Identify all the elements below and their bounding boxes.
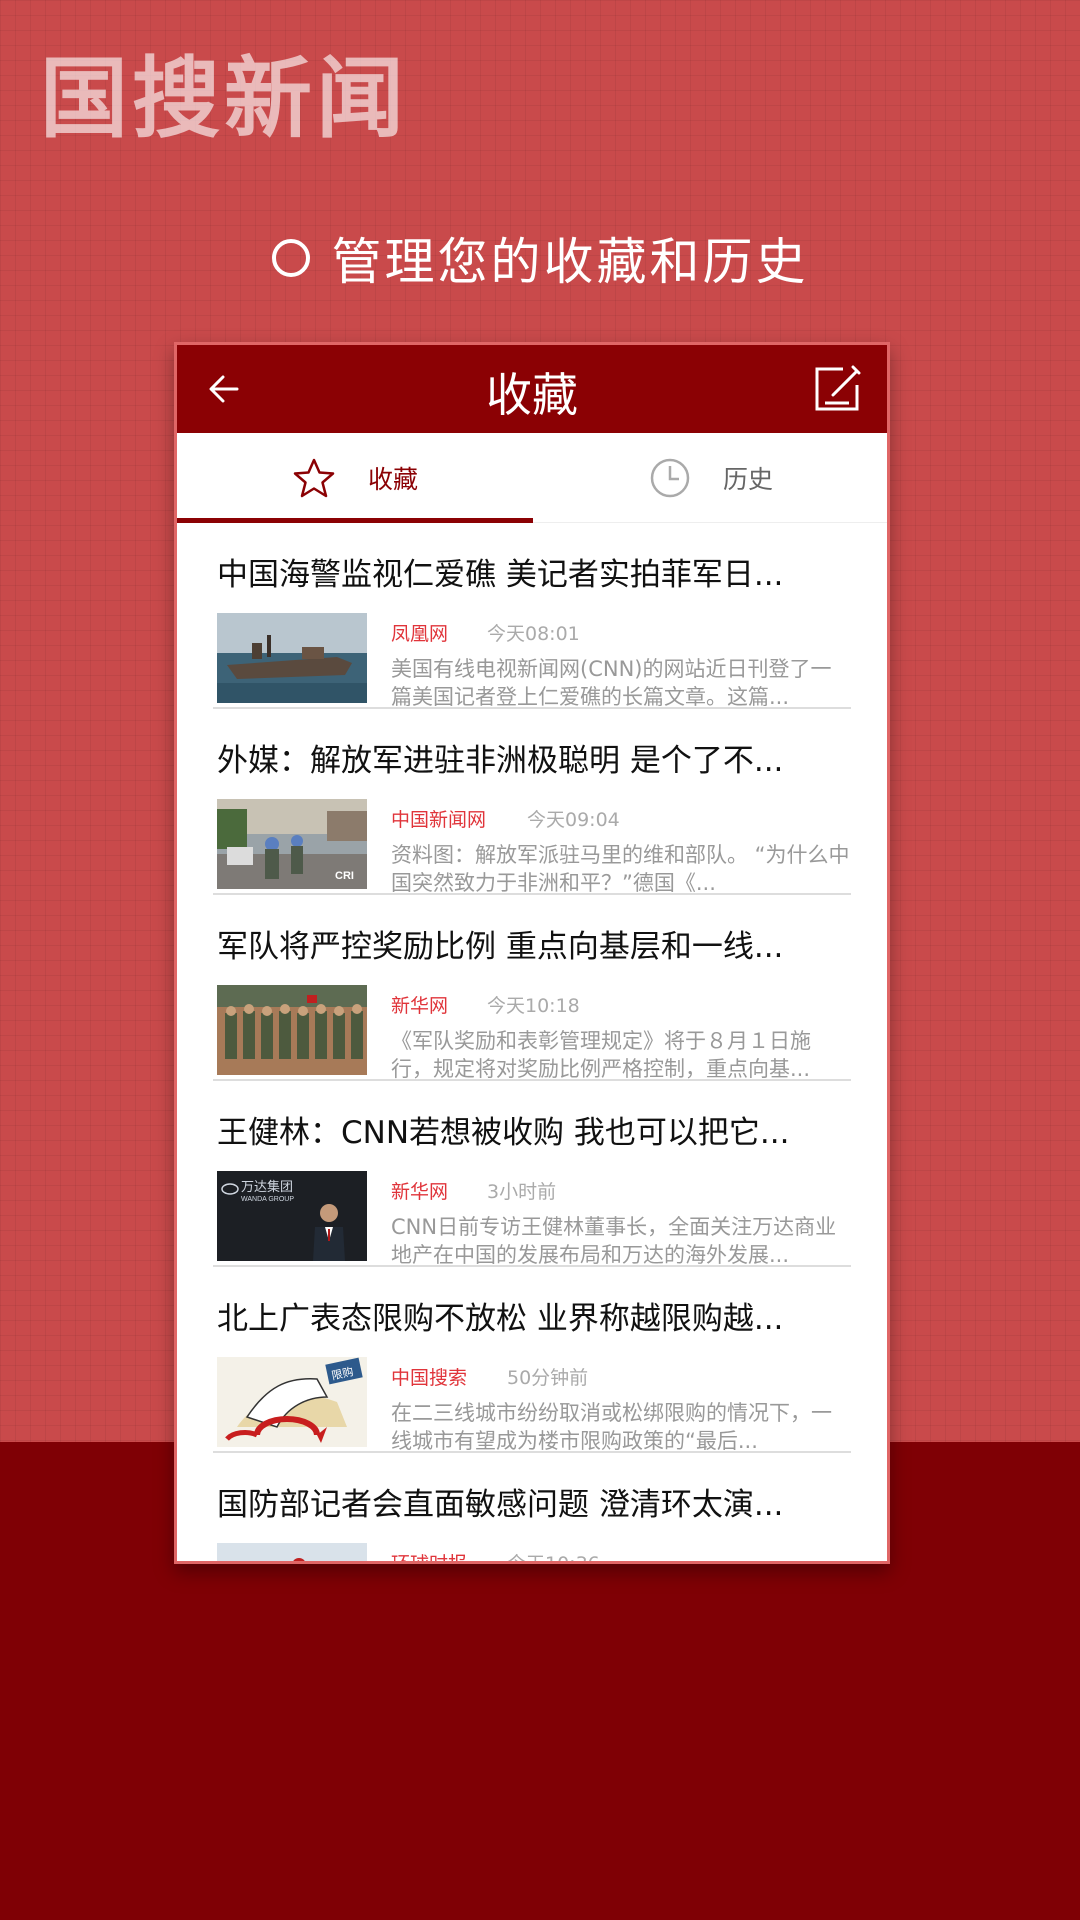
article-time: 今天09:04 <box>527 809 620 831</box>
article-summary: 在二三线城市纷纷取消或松绑限购的情况下，一线城市有望成为楼市限购政策的“最后..… <box>391 1401 832 1453</box>
article-headline: 北上广表态限购不放松 业界称越限购越... <box>217 1301 784 1337</box>
article-list: 中国海警监视仁爱礁 美记者实拍菲军日... 凤凰网 今天08:01 美国有线电视… <box>177 523 887 1564</box>
list-item[interactable]: 军队将严控奖励比例 重点向基层和一线... 新华网 今天10:18 《军队奖励和… <box>213 895 851 1081</box>
article-headline: 军队将严控奖励比例 重点向基层和一线... <box>217 929 784 965</box>
article-time: 3小时前 <box>487 1181 557 1203</box>
article-summary: CNN日前专访王健林董事长，全面关注万达商业地产在中国的发展布局和万达的海外发展… <box>391 1215 837 1267</box>
article-headline: 外媒：解放军进驻非洲极聪明 是个了不... <box>217 743 784 779</box>
article-thumbnail <box>217 985 367 1075</box>
article-time: 今天10:18 <box>487 995 580 1017</box>
tab-history-label: 历史 <box>722 465 773 494</box>
article-thumbnail <box>217 1543 367 1561</box>
circle-icon <box>271 239 310 277</box>
thumb-logo-text: 万达集团 <box>241 1179 293 1194</box>
article-summary: 《军队奖励和表彰管理规定》将于８月１日施行，规定将对奖励比例严格控制，重点向基.… <box>391 1029 811 1081</box>
list-item[interactable]: 外媒：解放军进驻非洲极聪明 是个了不... CRI 中国新闻网 今天09:04 … <box>213 709 851 895</box>
clock-icon <box>650 458 690 498</box>
article-summary: 美国有线电视新闻网(CNN)的网站近日刊登了一篇美国记者登上仁爱礁的长篇文章。这… <box>391 657 832 709</box>
tagline: 管理您的收藏和历史 <box>0 222 1080 294</box>
article-headline: 国防部记者会直面敏感问题 澄清环太演... <box>217 1487 784 1523</box>
list-item[interactable]: 国防部记者会直面敏感问题 澄清环太演... 环球时报 今天10:36 <box>213 1453 851 1564</box>
article-source: 中国新闻网 <box>391 809 487 831</box>
star-icon <box>293 458 335 498</box>
list-item[interactable]: 王健林：CNN若想被收购 我也可以把它... 万达集团 WANDA GROUP … <box>213 1081 851 1267</box>
edit-icon[interactable] <box>813 363 863 413</box>
thumb-logo-subtext: WANDA GROUP <box>241 1196 294 1203</box>
article-summary: 资料图：解放军派驻马里的维和部队。 “为什么中国突然致力于非洲和平？”德国《..… <box>391 843 850 895</box>
list-item[interactable]: 中国海警监视仁爱礁 美记者实拍菲军日... 凤凰网 今天08:01 美国有线电视… <box>213 523 851 709</box>
article-source: 凤凰网 <box>391 623 449 645</box>
article-thumbnail <box>217 613 367 703</box>
article-thumbnail: CRI <box>217 799 367 889</box>
article-source: 新华网 <box>391 1181 449 1203</box>
phone-screen: 收藏 收藏 历史 中国海警监视仁爱礁 美记者实拍菲军日... 凤凰网 今天08:… <box>174 342 890 1564</box>
article-source: 新华网 <box>391 995 449 1017</box>
article-time: 今天10:36 <box>507 1553 600 1564</box>
tagline-text: 管理您的收藏和历史 <box>331 233 809 291</box>
article-source: 环球时报 <box>391 1553 468 1564</box>
article-source: 中国搜索 <box>391 1367 468 1389</box>
page-title: 收藏 <box>486 368 578 422</box>
article-headline: 中国海警监视仁爱礁 美记者实拍菲军日... <box>217 557 784 593</box>
article-thumbnail: 万达集团 WANDA GROUP <box>217 1171 367 1261</box>
tab-favorites[interactable]: 收藏 <box>177 433 533 523</box>
thumb-watermark: CRI <box>335 870 354 882</box>
article-time: 50分钟前 <box>507 1367 589 1389</box>
app-bar: 收藏 <box>177 345 887 433</box>
article-headline: 王健林：CNN若想被收购 我也可以把它... <box>217 1115 790 1151</box>
article-thumbnail: 限购 <box>217 1357 367 1447</box>
article-time: 今天08:01 <box>487 623 580 645</box>
tab-history[interactable]: 历史 <box>533 433 887 523</box>
list-item[interactable]: 北上广表态限购不放松 业界称越限购越... 限购 中国搜索 50分钟前 在二三线… <box>213 1267 851 1453</box>
brand-title: 国搜新闻 <box>40 47 409 150</box>
tab-bar: 收藏 历史 <box>177 433 887 523</box>
tab-favorites-label: 收藏 <box>367 465 418 494</box>
